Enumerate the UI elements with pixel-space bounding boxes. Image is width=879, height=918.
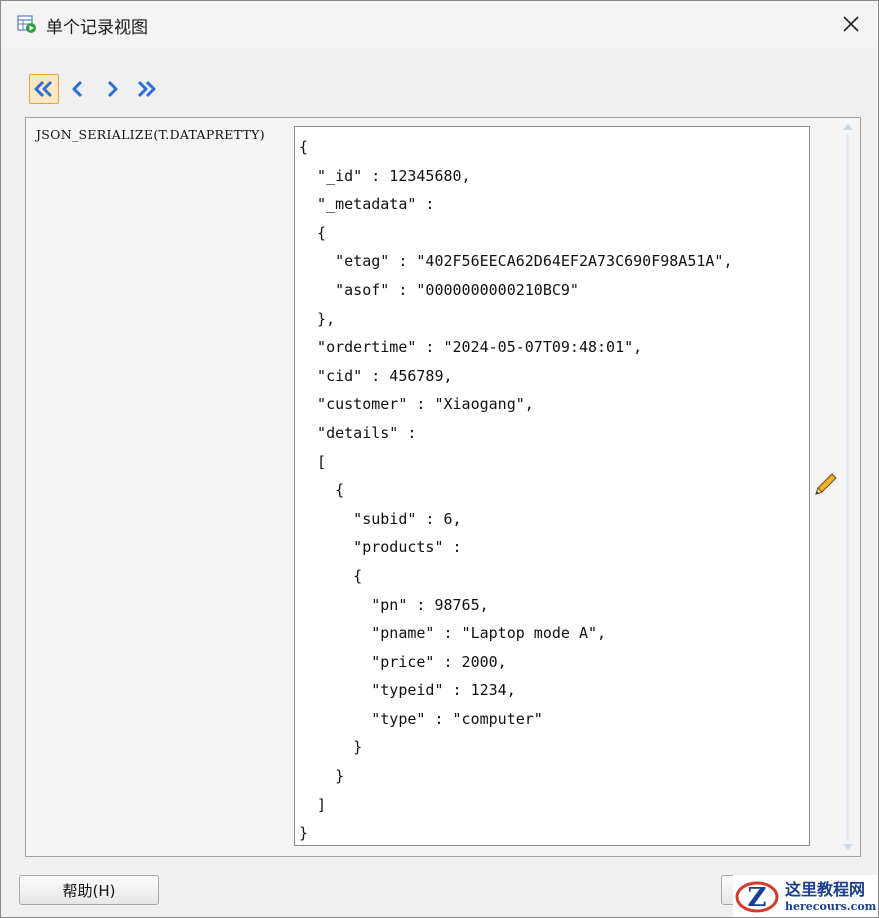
vertical-scrollbar[interactable] — [840, 120, 856, 854]
watermark-logo-icon: Z — [735, 881, 779, 913]
window-title: 单个记录视图 — [46, 18, 148, 38]
previous-record-button[interactable] — [63, 74, 93, 104]
close-icon — [843, 16, 859, 32]
watermark-url: herecours.com — [785, 900, 877, 913]
scroll-down-arrow-icon[interactable] — [843, 844, 853, 850]
scroll-up-arrow-icon[interactable] — [843, 124, 853, 130]
double-chevron-left-icon — [34, 80, 53, 98]
last-record-button[interactable] — [131, 74, 161, 104]
scroll-track[interactable] — [846, 134, 849, 840]
record-value-field[interactable]: { "_id" : 12345680, "_metadata" : { "eta… — [294, 126, 810, 846]
chevron-right-icon — [107, 80, 118, 98]
watermark: Z 这里教程网 herecours.com — [733, 875, 878, 917]
record-navigation-toolbar — [29, 73, 161, 105]
chevron-left-icon — [72, 80, 83, 98]
help-button[interactable]: 帮助(H) — [19, 875, 159, 905]
pencil-icon[interactable] — [812, 472, 838, 498]
watermark-title: 这里教程网 — [785, 880, 866, 899]
next-record-button[interactable] — [97, 74, 127, 104]
column-label: JSON_SERIALIZE(T.DATAPRETTY) — [36, 127, 265, 142]
svg-text:Z: Z — [748, 883, 767, 913]
record-view-icon — [17, 15, 36, 33]
single-record-view-dialog: 单个记录视图 JSON_SERIALIZE(T.DATAPRETTY) {"_… — [0, 0, 879, 918]
double-chevron-right-icon — [137, 80, 156, 98]
json-value-text: { "_id" : 12345680, "_metadata" : { "eta… — [299, 138, 733, 843]
first-record-button[interactable] — [29, 74, 59, 104]
close-button[interactable] — [838, 11, 864, 37]
dialog-content: JSON_SERIALIZE(T.DATAPRETTY) { "_id" : 1… — [1, 47, 878, 917]
record-panel: JSON_SERIALIZE(T.DATAPRETTY) { "_id" : 1… — [25, 117, 861, 857]
title-bar: 单个记录视图 — [1, 1, 878, 47]
